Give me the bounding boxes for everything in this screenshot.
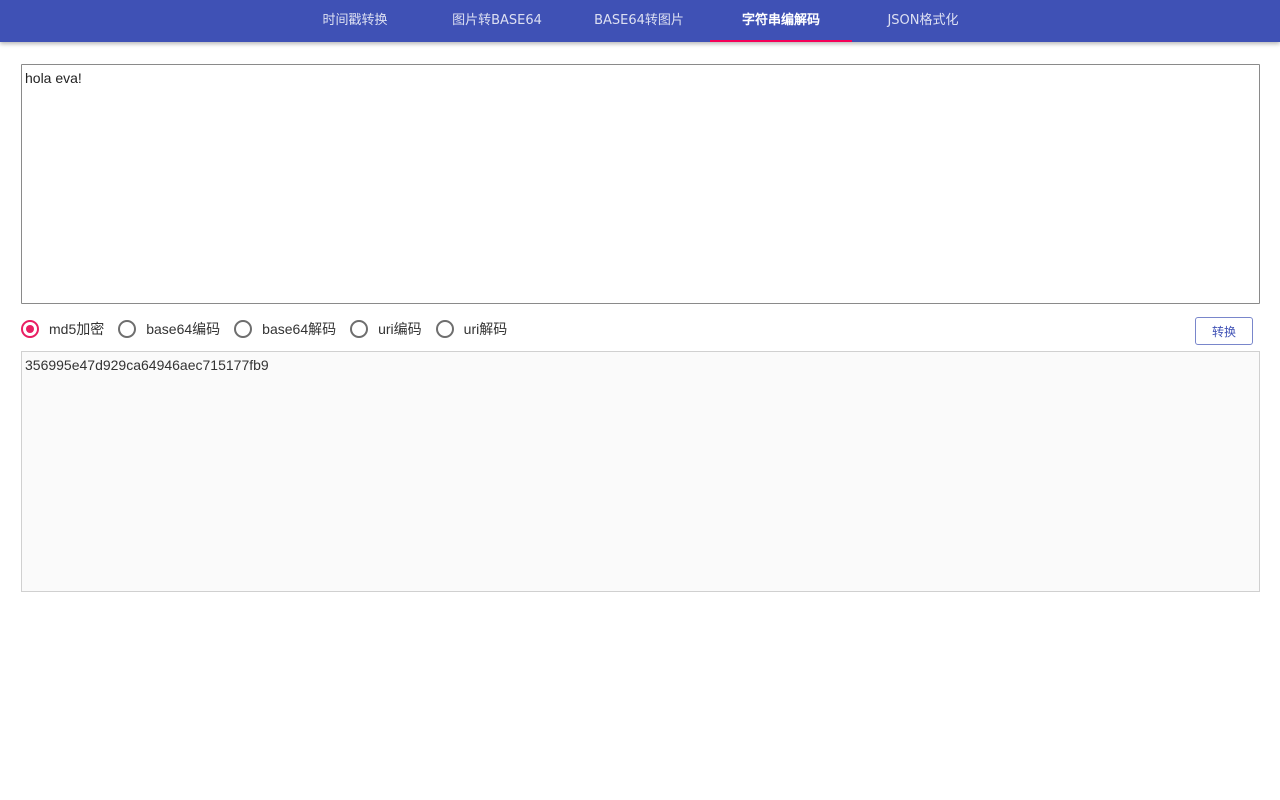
tab-label: 时间戳转换 bbox=[322, 13, 388, 28]
radio-unchecked-icon[interactable] bbox=[350, 320, 369, 338]
option-label: base64编码 bbox=[146, 321, 221, 337]
tab-label: JSON格式化 bbox=[887, 13, 959, 28]
tab-label: BASE64转图片 bbox=[594, 13, 684, 28]
tab-image-to-base64[interactable]: 图片转BASE64 bbox=[426, 0, 568, 42]
option-uri-encode[interactable]: uri编码 bbox=[350, 319, 422, 339]
tab-label: 图片转BASE64 bbox=[452, 13, 542, 28]
result-output[interactable]: 356995e47d929ca64946aec715177fb9 bbox=[21, 351, 1260, 592]
tab-json-format[interactable]: JSON格式化 bbox=[852, 0, 994, 42]
source-text-input[interactable]: hola eva! bbox=[21, 64, 1260, 304]
nav-tabs: 时间戳转换 图片转BASE64 BASE64转图片 字符串编解码 JSON格式化 bbox=[284, 0, 994, 42]
option-label: uri解码 bbox=[463, 321, 508, 337]
tab-base64-to-image[interactable]: BASE64转图片 bbox=[568, 0, 710, 42]
radio-checked-icon[interactable] bbox=[21, 320, 39, 338]
option-uri-decode[interactable]: uri解码 bbox=[435, 319, 508, 339]
active-tab-indicator bbox=[710, 40, 852, 42]
option-label: uri编码 bbox=[378, 321, 422, 337]
tab-string-encode-decode[interactable]: 字符串编解码 bbox=[710, 0, 852, 42]
radio-unchecked-icon[interactable] bbox=[118, 320, 137, 338]
option-base64-encode[interactable]: base64编码 bbox=[118, 319, 220, 339]
option-label: base64解码 bbox=[262, 321, 337, 337]
option-md5[interactable]: md5加密 bbox=[21, 319, 104, 339]
radio-unchecked-icon[interactable] bbox=[435, 320, 454, 338]
tab-timestamp-convert[interactable]: 时间戳转换 bbox=[284, 0, 426, 42]
tab-label: 字符串编解码 bbox=[741, 13, 820, 28]
convert-button[interactable]: 转换 bbox=[1195, 317, 1253, 345]
mode-radio-group: md5加密 base64编码 base64解码 uri编码 uri解码 bbox=[21, 318, 521, 340]
radio-unchecked-icon[interactable] bbox=[234, 320, 253, 338]
top-app-bar: 时间戳转换 图片转BASE64 BASE64转图片 字符串编解码 JSON格式化 bbox=[0, 0, 1280, 42]
option-base64-decode[interactable]: base64解码 bbox=[234, 319, 336, 339]
option-label: md5加密 bbox=[49, 321, 105, 337]
